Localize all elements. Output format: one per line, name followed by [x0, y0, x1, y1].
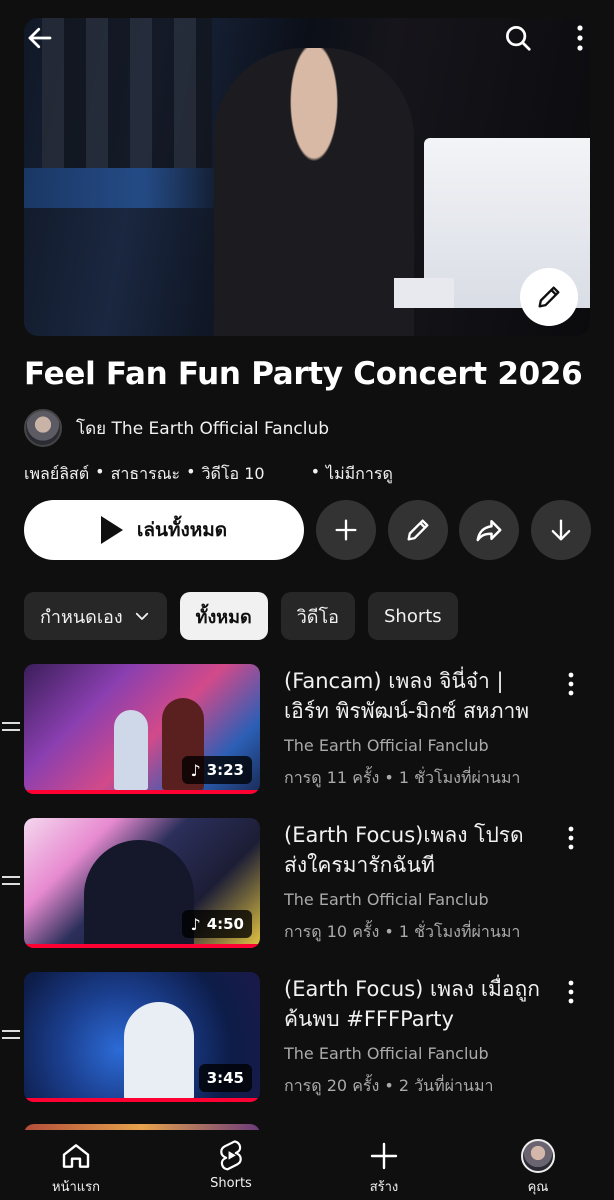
back-button[interactable]: [20, 18, 60, 58]
watch-progress-bar: [24, 1098, 260, 1102]
watch-progress-bar: [24, 790, 260, 794]
video-title[interactable]: (Earth Focus) เพลง เมื่อถูกค้นพบ #FFFPar…: [284, 974, 540, 1034]
play-all-button[interactable]: เล่นทั้งหมด: [24, 500, 304, 560]
nav-create-label: สร้าง: [369, 1180, 399, 1195]
video-thumbnail[interactable]: ♪ 3:23: [24, 664, 260, 794]
arrow-left-icon: [28, 27, 52, 49]
meta-separator: •: [186, 462, 196, 481]
nav-you[interactable]: คุณ: [488, 1130, 588, 1200]
video-stats: การดู 10 ครั้ง • 1 ชั่วโมงที่ผ่านมา: [284, 922, 521, 941]
filter-chips: กำหนดเอง ทั้งหมด วิดีโอ Shorts: [24, 592, 458, 640]
chip-all[interactable]: ทั้งหมด: [179, 592, 268, 640]
playlist-type: เพลย์ลิสต์: [24, 464, 90, 483]
more-vertical-icon: [568, 672, 574, 696]
nav-shorts-label: Shorts: [210, 1176, 252, 1191]
shorts-icon: [220, 1140, 242, 1171]
search-button[interactable]: [498, 18, 538, 58]
video-thumbnail[interactable]: 3:45: [24, 972, 260, 1102]
nav-home[interactable]: หน้าแรก: [26, 1130, 126, 1200]
duration-badge: ♪ 3:23: [182, 756, 252, 784]
plus-icon: [370, 1142, 398, 1170]
music-note-icon: ♪: [190, 914, 201, 934]
video-channel: The Earth Official Fanclub: [284, 736, 489, 755]
avatar: [521, 1139, 555, 1173]
drag-handle-icon[interactable]: [2, 874, 20, 888]
video-thumbnail[interactable]: ♪ 4:50: [24, 818, 260, 948]
performer-figure: [84, 840, 194, 948]
play-all-label: เล่นทั้งหมด: [136, 519, 228, 541]
sort-label: กำหนดเอง: [40, 606, 123, 628]
duration-text: 3:45: [206, 1069, 244, 1087]
video-channel: The Earth Official Fanclub: [284, 1044, 489, 1063]
list-item[interactable]: 3:45 (Earth Focus) เพลง เมื่อถูกค้นพบ #F…: [0, 972, 614, 1104]
owner-name: โดย The Earth Official Fanclub: [76, 418, 330, 439]
bottom-navigation: หน้าแรก Shorts สร้าง คุณ: [0, 1130, 614, 1200]
duration-badge: ♪ 4:50: [182, 910, 252, 938]
pencil-icon: [538, 286, 560, 308]
video-channel: The Earth Official Fanclub: [284, 890, 489, 909]
meta-separator: •: [310, 462, 321, 481]
video-more-button[interactable]: [556, 666, 586, 702]
list-item[interactable]: ♪ 3:23 (Fancam) เพลง จินี่จ๋า | เอิร์ท พ…: [0, 664, 614, 796]
more-options-button[interactable]: [562, 18, 598, 58]
nav-create[interactable]: สร้าง: [334, 1130, 434, 1200]
owner-avatar[interactable]: [24, 409, 62, 447]
drag-handle-icon[interactable]: [2, 720, 20, 734]
music-note-icon: ♪: [190, 760, 201, 780]
search-icon: [506, 26, 531, 51]
video-title[interactable]: (Earth Focus)เพลง โปรดส่งใครมารักฉันที: [284, 820, 540, 880]
playlist-owner[interactable]: โดย The Earth Official Fanclub: [24, 408, 329, 448]
edit-playlist-button[interactable]: [388, 500, 448, 560]
more-vertical-icon: [568, 826, 574, 850]
video-more-button[interactable]: [556, 820, 586, 856]
playlist-views: ไม่มีการดู: [326, 464, 393, 483]
more-vertical-icon: [568, 980, 574, 1004]
playlist-visibility: สาธารณะ: [110, 464, 181, 483]
chip-shorts[interactable]: Shorts: [367, 592, 458, 640]
duration-badge: 3:45: [198, 1064, 252, 1092]
duration-text: 3:23: [206, 761, 244, 779]
pencil-icon: [407, 519, 429, 541]
more-vertical-icon: [577, 25, 583, 51]
video-title[interactable]: (Fancam) เพลง จินี่จ๋า | เอิร์ท พิรพัฒน์…: [284, 666, 540, 726]
play-icon: [100, 516, 123, 544]
performer-figure: [114, 710, 148, 790]
plus-icon: [335, 519, 357, 541]
edit-cover-button[interactable]: [520, 268, 578, 326]
video-stats: การดู 20 ครั้ง • 2 วันที่ผ่านมา: [284, 1076, 494, 1095]
stage-lights: [42, 18, 212, 168]
meta-separator: •: [95, 462, 105, 481]
video-more-button[interactable]: [556, 974, 586, 1010]
duration-text: 4:50: [206, 915, 244, 933]
video-stats: การดู 11 ครั้ง • 1 ชั่วโมงที่ผ่านมา: [284, 768, 521, 787]
sort-dropdown[interactable]: กำหนดเอง: [24, 592, 167, 640]
share-button[interactable]: [459, 500, 519, 560]
chevron-down-icon: [135, 612, 148, 620]
drag-handle-icon[interactable]: [2, 1028, 20, 1042]
add-button[interactable]: [316, 500, 376, 560]
nav-home-label: หน้าแรก: [52, 1180, 100, 1195]
playlist-video-count: วิดีโอ 10: [201, 464, 265, 483]
share-icon: [476, 520, 502, 542]
chip-videos[interactable]: วิดีโอ: [280, 592, 355, 640]
watch-progress-bar: [24, 944, 260, 948]
singer-figure: [214, 48, 414, 336]
nav-shorts[interactable]: Shorts: [181, 1130, 281, 1200]
playlist-meta: เพลย์ลิสต์ • สาธารณะ • วิดีโอ 10 • ไม่มี…: [24, 462, 393, 487]
stage-light-band: [24, 168, 224, 208]
download-button[interactable]: [531, 500, 591, 560]
playlist-cover-image: [24, 18, 590, 336]
playlist-title: Feel Fan Fun Party Concert 2026: [24, 356, 583, 392]
download-icon: [551, 519, 571, 541]
home-icon: [62, 1144, 90, 1168]
list-item[interactable]: ♪ 4:50 (Earth Focus)เพลง โปรดส่งใครมารัก…: [0, 818, 614, 950]
nav-you-label: คุณ: [527, 1180, 549, 1195]
performer-figure: [124, 1002, 194, 1102]
